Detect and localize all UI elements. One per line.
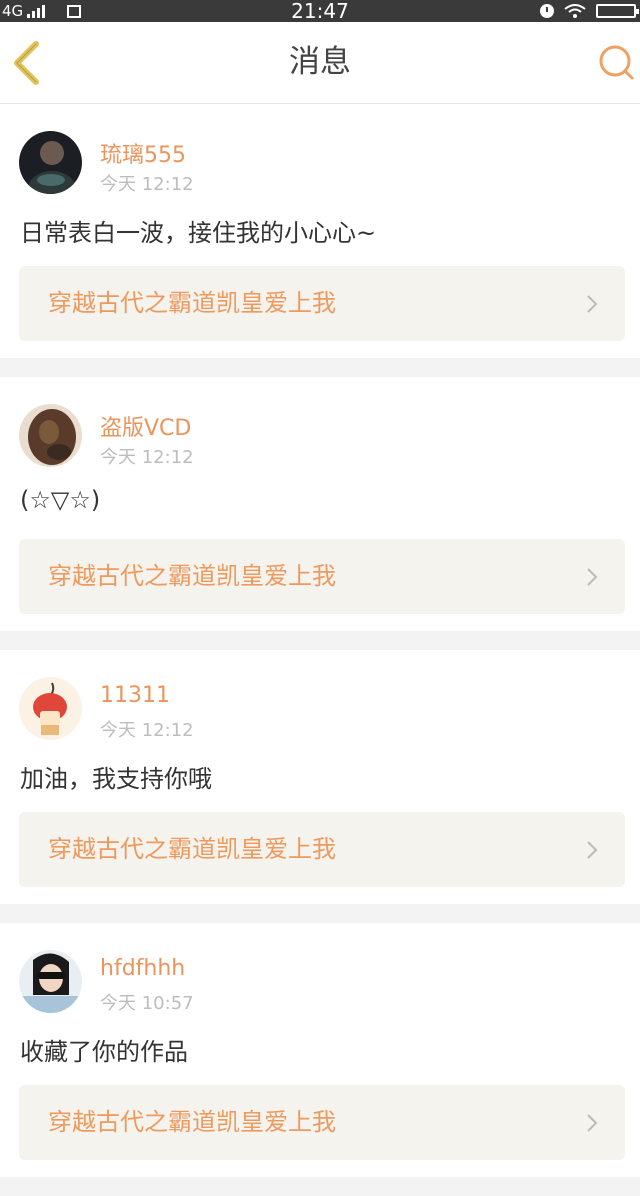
- message-list: 琉璃555 今天 12:12 日常表白一波，接住我的小心心~ 穿越古代之霸道凯皇…: [0, 104, 640, 1196]
- avatar[interactable]: [19, 677, 82, 740]
- message-card: 盗版VCD 今天 12:12 (☆▽☆) 穿越古代之霸道凯皇爱上我: [0, 377, 640, 631]
- status-bar: 4G 21:47: [0, 0, 640, 22]
- message-time: 今天 12:12: [100, 720, 194, 741]
- nav-bar: 消息: [0, 22, 640, 104]
- battery-icon: [596, 4, 639, 18]
- wifi-icon: [564, 4, 586, 18]
- avatar[interactable]: [19, 404, 82, 467]
- chevron-right-icon: [587, 1114, 598, 1132]
- message-time: 今天 10:57: [100, 993, 194, 1014]
- search-icon[interactable]: [598, 44, 636, 82]
- message-text: (☆▽☆): [20, 486, 101, 514]
- chevron-right-icon: [587, 568, 598, 586]
- message-time: 今天 12:12: [100, 174, 194, 195]
- work-title: 穿越古代之霸道凯皇爱上我: [48, 1108, 336, 1136]
- status-right: [540, 0, 639, 22]
- username[interactable]: 11311: [100, 683, 170, 708]
- work-link[interactable]: 穿越古代之霸道凯皇爱上我: [19, 812, 625, 887]
- avatar[interactable]: [19, 131, 82, 194]
- message-card: hfdfhhh 今天 10:57 收藏了你的作品 穿越古代之霸道凯皇爱上我: [0, 923, 640, 1177]
- chevron-right-icon: [587, 295, 598, 313]
- username[interactable]: 盗版VCD: [100, 410, 191, 442]
- page-title: 消息: [289, 44, 351, 80]
- username[interactable]: hfdfhhh: [100, 956, 185, 981]
- chevron-right-icon: [587, 841, 598, 859]
- message-time: 今天 12:12: [100, 447, 194, 468]
- username[interactable]: 琉璃555: [100, 137, 186, 169]
- work-title: 穿越古代之霸道凯皇爱上我: [48, 835, 336, 863]
- work-link[interactable]: 穿越古代之霸道凯皇爱上我: [19, 539, 625, 614]
- work-title: 穿越古代之霸道凯皇爱上我: [48, 289, 336, 317]
- work-title: 穿越古代之霸道凯皇爱上我: [48, 562, 336, 590]
- message-text: 收藏了你的作品: [20, 1038, 188, 1066]
- work-link[interactable]: 穿越古代之霸道凯皇爱上我: [19, 1085, 625, 1160]
- message-text: 加油，我支持你哦: [20, 765, 212, 793]
- work-link[interactable]: 穿越古代之霸道凯皇爱上我: [19, 266, 625, 341]
- message-card: 11311 今天 12:12 加油，我支持你哦 穿越古代之霸道凯皇爱上我: [0, 650, 640, 904]
- message-text: 日常表白一波，接住我的小心心~: [20, 219, 377, 247]
- message-card: 琉璃555 今天 12:12 日常表白一波，接住我的小心心~ 穿越古代之霸道凯皇…: [0, 104, 640, 358]
- alarm-icon: [540, 4, 554, 18]
- avatar[interactable]: [19, 950, 82, 1013]
